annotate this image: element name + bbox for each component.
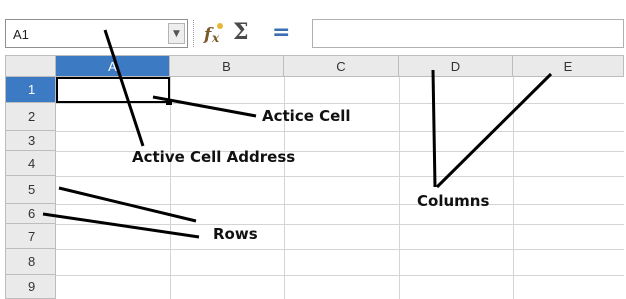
label-columns: Columns — [417, 192, 490, 210]
pointer-line-rows-1 — [58, 186, 197, 223]
pointer-line-address — [103, 29, 145, 147]
label-active-cell: Actice Cell — [262, 107, 351, 125]
pointer-line-columns-e — [435, 72, 553, 189]
pointer-line-columns-d — [431, 69, 437, 188]
label-rows: Rows — [213, 225, 258, 243]
pointer-line-active-cell — [152, 95, 257, 118]
spreadsheet-screenshot: A1 ▼ f x Σ = A B C D E 1 2 3 4 5 6 7 8 9 — [0, 0, 626, 299]
annotation-lines — [42, 29, 553, 239]
label-active-cell-address: Active Cell Address — [132, 148, 296, 166]
